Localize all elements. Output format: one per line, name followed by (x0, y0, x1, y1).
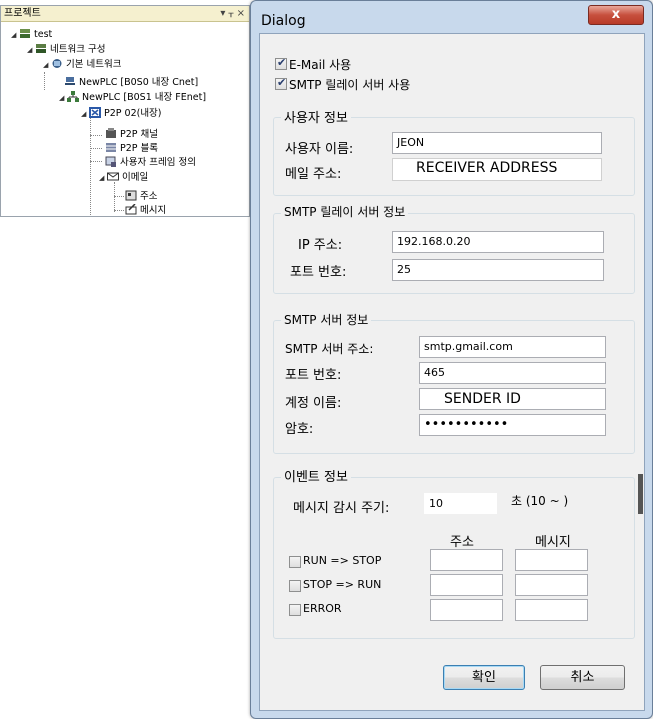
p2p-icon (89, 107, 101, 118)
event-stop-run-message-input[interactable] (515, 574, 588, 596)
email-icon (107, 172, 119, 181)
column-address-header: 주소 (450, 535, 474, 550)
relay-info-title: SMTP 릴레이 서버 정보 (281, 203, 409, 220)
smtp-relay-label: SMTP 릴레이 서버 사용 (289, 78, 411, 92)
smtp-relay-checkbox[interactable] (275, 76, 287, 90)
event-run-stop-label: RUN => STOP (303, 554, 382, 567)
tree-item-network-config[interactable]: ◢ 네트워크 구성 (27, 43, 105, 57)
tree-connector (44, 72, 45, 90)
tree-connector (90, 148, 102, 149)
user-info-title: 사용자 정보 (281, 107, 351, 126)
block-icon (106, 143, 116, 152)
network-config-icon (36, 44, 46, 53)
tree-connector (90, 135, 102, 136)
expand-arrow-icon[interactable]: ◢ (27, 44, 35, 57)
project-icon (20, 29, 30, 38)
network-icon (52, 59, 62, 68)
tree-item-address[interactable]: 주소 (125, 190, 157, 203)
dialog-window: Dialog x E-Mail 사용 SMTP 릴레이 서버 사용 사용자 정보… (250, 0, 653, 719)
password-input[interactable]: ••••••••••• (419, 414, 606, 436)
interval-unit-label: 초 (10 ~ ) (511, 494, 569, 508)
relay-info-group (273, 213, 635, 294)
tree-item-email[interactable]: ◢ 이메일 (99, 171, 148, 185)
interval-input[interactable]: 10 (424, 493, 497, 514)
frame-icon (105, 156, 116, 167)
email-use-checkbox[interactable] (275, 56, 287, 70)
account-name-label: 계정 이름: (285, 396, 342, 411)
relay-port-input[interactable]: 25 (392, 259, 604, 281)
column-message-header: 메시지 (535, 535, 571, 550)
tree-connector (90, 161, 102, 162)
message-icon (125, 204, 137, 215)
event-info-title: 이벤트 정보 (281, 466, 351, 485)
smtp-address-label: SMTP 서버 주소: (285, 342, 374, 356)
tree-item-p2p-block[interactable]: P2P 블록 (105, 142, 158, 155)
tree-item-p2p[interactable]: ◢ P2P 02(내장) (81, 107, 162, 121)
relay-ip-input[interactable]: 192.168.0.20 (392, 231, 604, 253)
plc-cnet-icon (65, 77, 75, 85)
close-button[interactable]: x (588, 5, 644, 25)
project-panel: 프로젝트 ▾ ᚁ × ◢ test ◢ 네트워크 구성 ◢ 기본 네트워크 NewPL… (0, 5, 250, 217)
password-label: 암호: (285, 422, 314, 437)
event-error-message-input[interactable] (515, 599, 588, 621)
project-panel-title: 프로젝트 (4, 8, 41, 19)
plc-fenet-icon (67, 91, 79, 102)
panel-controls[interactable]: ▾ ᚁ × (220, 6, 245, 22)
cancel-button[interactable]: 취소 (540, 665, 625, 690)
channel-icon (106, 128, 116, 138)
tree-item-message[interactable]: 메시지 (125, 204, 166, 217)
expand-arrow-icon[interactable]: ◢ (59, 92, 67, 105)
expand-arrow-icon[interactable]: ◢ (43, 59, 51, 72)
email-address-label: 메일 주소: (285, 167, 342, 182)
event-error-checkbox[interactable] (289, 604, 301, 616)
event-run-stop-checkbox[interactable] (289, 556, 301, 568)
tree-connector (90, 115, 91, 215)
smtp-address-input[interactable]: smtp.gmail.com (419, 336, 606, 358)
tree-item-user-frame[interactable]: 사용자 프레임 정의 (105, 156, 196, 169)
tree-item-p2p-channel[interactable]: P2P 채널 (105, 128, 158, 141)
project-panel-header: 프로젝트 (1, 6, 249, 22)
tree-item-test[interactable]: ◢ test (11, 28, 52, 42)
event-run-stop-message-input[interactable] (515, 549, 588, 571)
dialog-client-area: E-Mail 사용 SMTP 릴레이 서버 사용 사용자 정보 사용자 이름: … (259, 33, 645, 711)
event-error-address-input[interactable] (430, 599, 503, 621)
smtp-port-label: 포트 번호: (285, 368, 342, 383)
scroll-indicator[interactable] (638, 474, 643, 514)
event-run-stop-address-input[interactable] (430, 549, 503, 571)
smtp-port-input[interactable]: 465 (419, 362, 606, 384)
tree-connector (114, 196, 124, 197)
relay-port-label: 포트 번호: (290, 265, 347, 280)
tree-item-basic-network[interactable]: ◢ 기본 네트워크 (43, 58, 121, 72)
user-name-label: 사용자 이름: (285, 142, 354, 157)
relay-ip-label: IP 주소: (298, 238, 343, 253)
expand-arrow-icon[interactable]: ◢ (81, 108, 89, 121)
dialog-title: Dialog (261, 13, 306, 29)
user-name-input[interactable]: JEON (392, 132, 602, 154)
interval-label: 메시지 감시 주기: (293, 501, 390, 516)
address-icon (125, 190, 137, 201)
tree-item-plc-fenet[interactable]: ◢ NewPLC [B0S1 내장 FEnet] (59, 91, 206, 105)
event-stop-run-label: STOP => RUN (303, 578, 382, 591)
tree-connector (114, 182, 115, 212)
expand-arrow-icon[interactable]: ◢ (99, 172, 107, 185)
expand-arrow-icon[interactable]: ◢ (11, 29, 19, 42)
event-stop-run-checkbox[interactable] (289, 580, 301, 592)
event-error-label: ERROR (303, 602, 342, 615)
event-stop-run-address-input[interactable] (430, 574, 503, 596)
ok-button[interactable]: 확인 (443, 665, 525, 690)
tree-item-plc-cnet[interactable]: NewPLC [B0S0 내장 Cnet] (64, 76, 198, 89)
account-name-input[interactable]: SENDER ID (419, 388, 606, 410)
email-address-input[interactable]: RECEIVER ADDRESS (392, 158, 602, 181)
smtp-info-title: SMTP 서버 정보 (281, 311, 372, 328)
email-use-label: E-Mail 사용 (289, 58, 352, 72)
tree-connector (114, 210, 124, 211)
